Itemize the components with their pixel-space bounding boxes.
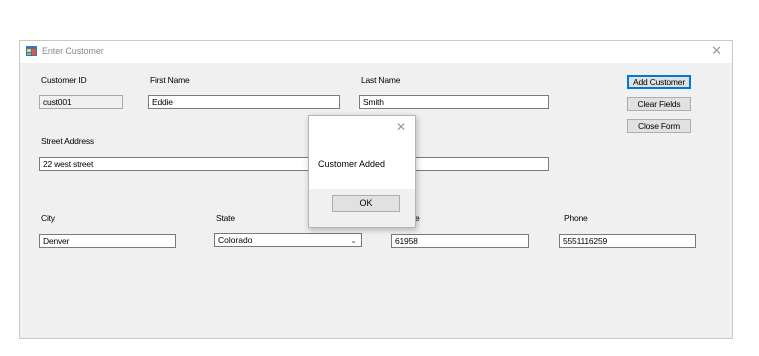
close-icon[interactable]: ✕ <box>711 43 722 59</box>
first-name-label: First Name <box>150 75 190 85</box>
street-address-field[interactable]: 22 west street <box>39 157 549 171</box>
form-app-icon <box>26 46 37 56</box>
dialog-message: Customer Added <box>318 159 386 169</box>
add-customer-button[interactable]: Add Customer <box>627 75 691 89</box>
first-name-field[interactable]: Eddie <box>148 95 340 109</box>
state-label: State <box>216 213 235 223</box>
ok-button[interactable]: OK <box>332 195 400 212</box>
zip-code-field[interactable]: 61958 <box>391 234 529 248</box>
clear-fields-button[interactable]: Clear Fields <box>627 97 691 111</box>
street-address-label: Street Address <box>41 136 94 146</box>
dialog-close-icon[interactable]: ✕ <box>396 120 406 134</box>
phone-field[interactable]: 5551116259 <box>559 234 696 248</box>
last-name-field[interactable]: Smith <box>359 95 549 109</box>
city-field[interactable]: Denver <box>39 234 176 248</box>
customer-added-dialog: ✕ Customer Added OK <box>308 115 416 228</box>
city-label: City <box>41 213 55 223</box>
last-name-label: Last Name <box>361 75 401 85</box>
phone-label: Phone <box>564 213 588 223</box>
state-dropdown[interactable]: Colorado ⌄ <box>214 233 362 247</box>
state-selected-value: Colorado <box>218 235 253 245</box>
customer-id-field[interactable]: cust001 <box>39 95 123 109</box>
close-form-button[interactable]: Close Form <box>627 119 691 133</box>
window-title: Enter Customer <box>42 46 104 56</box>
customer-id-label: Customer ID <box>41 75 87 85</box>
dialog-footer: OK <box>309 189 415 227</box>
chevron-down-icon: ⌄ <box>350 236 357 245</box>
title-bar: Enter Customer ✕ <box>20 41 732 63</box>
